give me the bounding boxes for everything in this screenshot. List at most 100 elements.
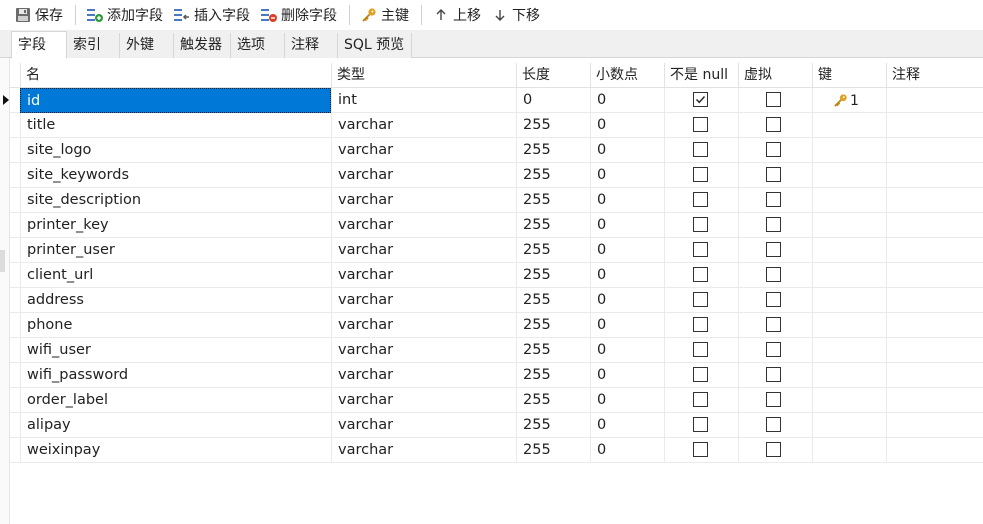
virtual-checkbox[interactable] [766,367,781,382]
add-field-button[interactable]: 添加字段 [82,2,167,28]
field-length-cell[interactable]: 0 [516,88,590,113]
field-virtual-cell[interactable] [738,438,812,463]
field-name-cell[interactable]: site_logo [20,138,331,163]
not-null-checkbox[interactable] [693,267,708,282]
field-key-cell[interactable] [812,438,886,463]
field-not-null-cell[interactable] [664,313,738,338]
field-type-cell[interactable]: varchar [331,138,516,163]
field-type-cell[interactable]: varchar [331,438,516,463]
primary-key-button[interactable]: 主键 [356,2,413,28]
not-null-checkbox[interactable] [693,417,708,432]
field-virtual-cell[interactable] [738,388,812,413]
field-virtual-cell[interactable] [738,288,812,313]
field-name-cell[interactable]: site_keywords [20,163,331,188]
tab-indexes[interactable]: 索引 [67,33,120,58]
column-header-virtual[interactable]: 虚拟 [738,63,812,88]
table-row[interactable]: order_label varchar 255 0 [10,388,983,413]
field-name-cell[interactable]: address [20,288,331,313]
field-virtual-cell[interactable] [738,88,812,113]
field-virtual-cell[interactable] [738,113,812,138]
virtual-checkbox[interactable] [766,417,781,432]
field-not-null-cell[interactable] [664,163,738,188]
tab-foreign-keys[interactable]: 外键 [120,33,174,58]
field-comment-cell[interactable] [886,113,983,138]
field-not-null-cell[interactable] [664,188,738,213]
column-header-key[interactable]: 键 [812,63,886,88]
field-length-cell[interactable]: 255 [516,163,590,188]
field-length-cell[interactable]: 255 [516,438,590,463]
virtual-checkbox[interactable] [766,192,781,207]
field-type-cell[interactable]: varchar [331,363,516,388]
column-header-type[interactable]: 类型 [331,63,516,88]
field-length-cell[interactable]: 255 [516,238,590,263]
field-not-null-cell[interactable] [664,438,738,463]
table-row[interactable]: title varchar 255 0 [10,113,983,138]
field-length-cell[interactable]: 255 [516,388,590,413]
field-decimals-cell[interactable]: 0 [590,413,664,438]
field-type-cell[interactable]: varchar [331,413,516,438]
virtual-checkbox[interactable] [766,342,781,357]
field-name-cell[interactable]: printer_key [20,213,331,238]
field-key-cell[interactable] [812,113,886,138]
field-length-cell[interactable]: 255 [516,188,590,213]
field-length-cell[interactable]: 255 [516,363,590,388]
virtual-checkbox[interactable] [766,292,781,307]
field-not-null-cell[interactable] [664,138,738,163]
table-row[interactable]: id int 0 0 1 [3,88,983,113]
field-comment-cell[interactable] [886,388,983,413]
insert-field-button[interactable]: 插入字段 [169,2,254,28]
field-type-cell[interactable]: varchar [331,163,516,188]
not-null-checkbox[interactable] [693,167,708,182]
field-virtual-cell[interactable] [738,338,812,363]
field-key-cell[interactable] [812,238,886,263]
field-decimals-cell[interactable]: 0 [590,288,664,313]
field-not-null-cell[interactable] [664,263,738,288]
not-null-checkbox[interactable] [693,192,708,207]
virtual-checkbox[interactable] [766,92,781,107]
table-row[interactable]: printer_user varchar 255 0 [10,238,983,263]
not-null-checkbox[interactable] [693,242,708,257]
virtual-checkbox[interactable] [766,242,781,257]
field-comment-cell[interactable] [886,163,983,188]
field-virtual-cell[interactable] [738,363,812,388]
field-not-null-cell[interactable] [664,288,738,313]
field-virtual-cell[interactable] [738,238,812,263]
field-type-cell[interactable]: varchar [331,213,516,238]
move-down-button[interactable]: 下移 [487,2,544,28]
field-name-cell[interactable]: client_url [20,263,331,288]
field-comment-cell[interactable] [886,438,983,463]
tab-sql-preview[interactable]: SQL 预览 [338,33,412,58]
virtual-checkbox[interactable] [766,217,781,232]
field-decimals-cell[interactable]: 0 [590,113,664,138]
field-comment-cell[interactable] [886,238,983,263]
field-type-cell[interactable]: varchar [331,188,516,213]
field-type-cell[interactable]: varchar [331,113,516,138]
field-virtual-cell[interactable] [738,313,812,338]
virtual-checkbox[interactable] [766,167,781,182]
field-comment-cell[interactable] [886,338,983,363]
field-key-cell[interactable]: 1 [812,88,886,113]
field-virtual-cell[interactable] [738,188,812,213]
field-name-cell[interactable]: weixinpay [20,438,331,463]
field-name-cell[interactable]: alipay [20,413,331,438]
field-decimals-cell[interactable]: 0 [590,438,664,463]
field-length-cell[interactable]: 255 [516,213,590,238]
field-not-null-cell[interactable] [664,363,738,388]
column-header-comment[interactable]: 注释 [886,63,983,88]
field-comment-cell[interactable] [886,313,983,338]
delete-field-button[interactable]: 删除字段 [256,2,341,28]
field-length-cell[interactable]: 255 [516,413,590,438]
table-row[interactable]: printer_key varchar 255 0 [10,213,983,238]
field-comment-cell[interactable] [886,363,983,388]
field-name-cell[interactable]: order_label [20,388,331,413]
virtual-checkbox[interactable] [766,117,781,132]
field-length-cell[interactable]: 255 [516,313,590,338]
table-row[interactable]: site_description varchar 255 0 [10,188,983,213]
field-not-null-cell[interactable] [664,113,738,138]
field-decimals-cell[interactable]: 0 [590,163,664,188]
table-row[interactable]: wifi_password varchar 255 0 [10,363,983,388]
field-type-cell[interactable]: varchar [331,238,516,263]
field-name-cell[interactable]: site_description [20,188,331,213]
field-key-cell[interactable] [812,388,886,413]
field-key-cell[interactable] [812,338,886,363]
